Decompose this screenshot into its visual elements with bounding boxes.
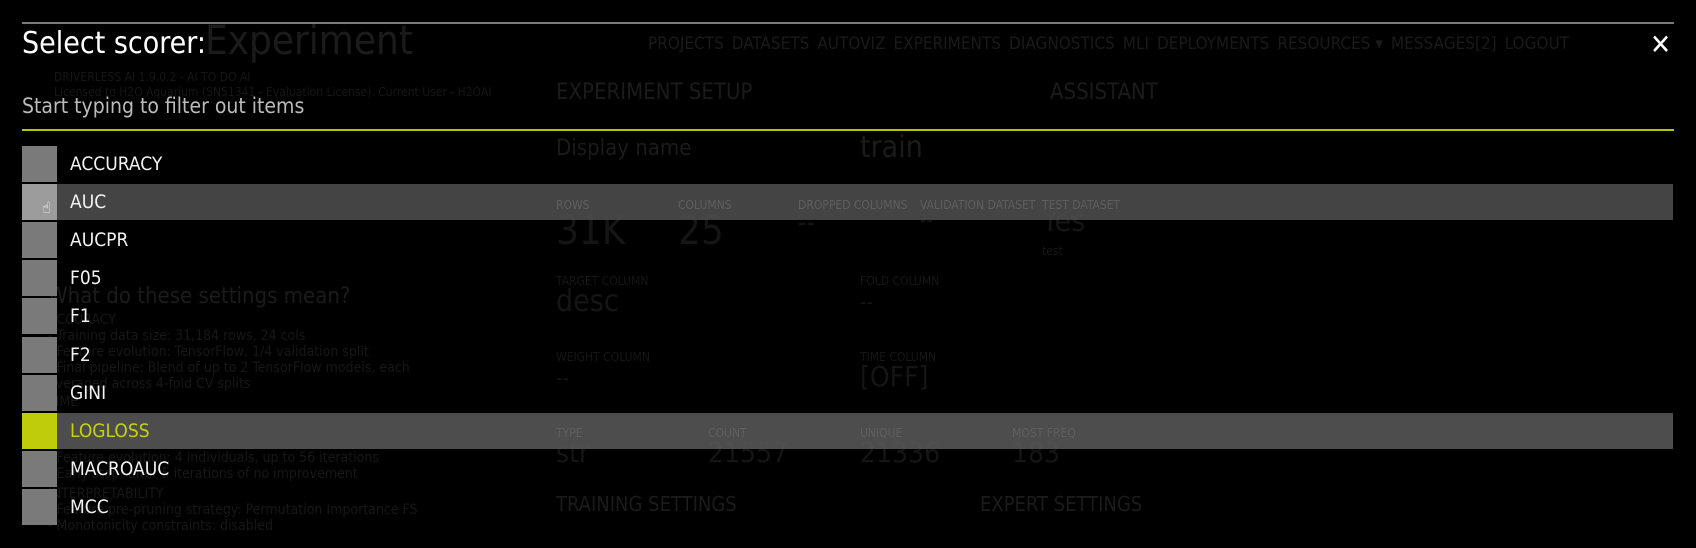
scorer-option-mcc[interactable]: MCC [22, 488, 1673, 525]
scorer-label: MCC [70, 495, 109, 518]
stat-label: COLUMNS [678, 198, 732, 212]
nav-autoviz[interactable]: AUTOVIZ [817, 34, 885, 54]
nav-messages[interactable]: MESSAGES[2] [1391, 34, 1497, 54]
scorer-checkbox[interactable] [22, 374, 57, 411]
filter-input[interactable] [22, 94, 1672, 118]
target-stat-label: UNIQUE [860, 426, 903, 440]
scorer-label: MACROAUC [70, 457, 170, 480]
dialog-title: Select scorer: [22, 26, 206, 61]
scorer-label: LOGLOSS [70, 419, 150, 442]
nav-mli[interactable]: MLI [1123, 34, 1149, 54]
top-nav: PROJECTS DATASETS AUTOVIZ EXPERIMENTS DI… [648, 34, 1569, 54]
scorer-option-f05[interactable]: F05 [22, 260, 1673, 297]
version-text: DRIVERLESS AI 1.9.0.2 - AI TO DO AI [54, 70, 251, 84]
scorer-option-accuracy[interactable]: ACCURACY [22, 146, 1673, 182]
nav-deployments[interactable]: DEPLOYMENTS [1157, 34, 1269, 54]
hand-cursor-icon: ☝ [42, 198, 51, 217]
scorer-checkbox[interactable] [22, 450, 57, 487]
app-title: Experiment [205, 18, 413, 64]
target-stat-label: TYPE [556, 426, 583, 440]
nav-datasets[interactable]: DATASETS [732, 34, 810, 54]
scorer-option-macroauc[interactable]: MACROAUC [22, 450, 1673, 487]
scorer-label: GINI [70, 381, 107, 404]
scorer-checkbox[interactable] [22, 298, 57, 335]
top-divider [22, 22, 1674, 24]
scorer-label: ACCURACY [70, 153, 163, 175]
nav-logout[interactable]: LOGOUT [1505, 34, 1569, 54]
stat-label: DROPPED COLUMNS [798, 198, 908, 212]
scorer-option-f2[interactable]: F2 [22, 336, 1673, 373]
stat-label: VALIDATION DATASET [920, 198, 1036, 212]
scorer-checkbox[interactable] [22, 222, 57, 259]
scorer-label: F1 [70, 305, 91, 328]
scorer-option-logloss[interactable]: LOGLOSS [22, 412, 1673, 449]
scorer-checkbox[interactable] [22, 260, 57, 297]
target-stat-label: COUNT [708, 426, 747, 440]
nav-experiments[interactable]: EXPERIMENTS [894, 34, 1002, 54]
scorer-option-f1[interactable]: F1 [22, 298, 1673, 335]
scorer-label: AUCPR [70, 229, 129, 252]
scorer-checkbox[interactable] [22, 336, 57, 373]
scorer-label: AUC [70, 191, 107, 214]
scorer-checkbox[interactable] [22, 184, 57, 221]
stat-label: ROWS [556, 198, 590, 212]
scorer-checkbox[interactable] [22, 146, 57, 182]
scorer-label: F05 [70, 267, 102, 290]
nav-projects[interactable]: PROJECTS [648, 34, 724, 54]
filter-underline [22, 129, 1674, 131]
close-icon[interactable]: ✕ [1650, 28, 1671, 61]
scorer-checkbox[interactable] [22, 488, 57, 525]
scorer-option-aucpr[interactable]: AUCPR [22, 222, 1673, 259]
scorer-checkbox[interactable] [22, 412, 57, 449]
scorer-label: F2 [70, 343, 91, 366]
stat-label: TEST DATASET [1042, 198, 1121, 212]
nav-resources[interactable]: RESOURCES ▾ [1277, 34, 1383, 54]
target-stat-label: MOST FREQ [1012, 426, 1076, 440]
scorer-option-gini[interactable]: GINI [22, 374, 1673, 411]
nav-diagnostics[interactable]: DIAGNOSTICS [1009, 34, 1115, 54]
